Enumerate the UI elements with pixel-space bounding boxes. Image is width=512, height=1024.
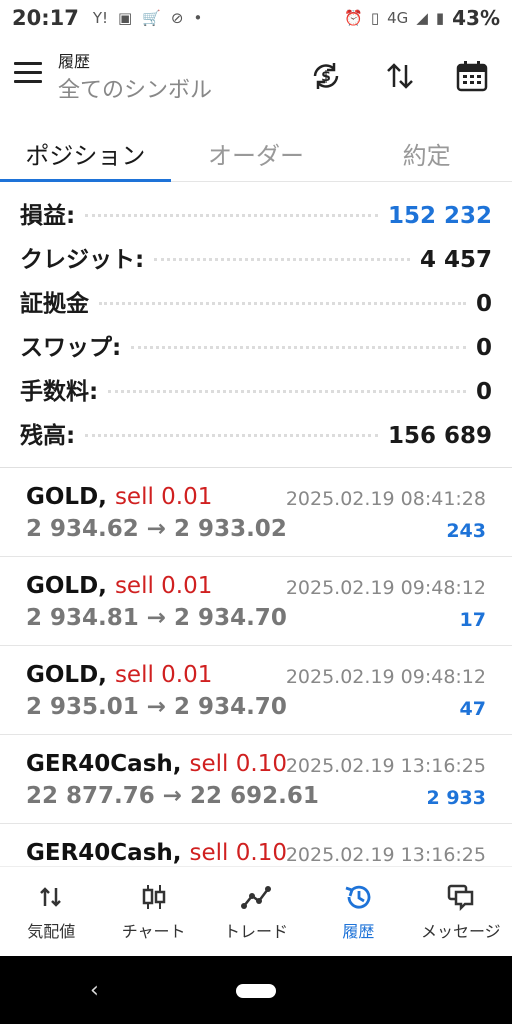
summary-label: 損益: xyxy=(20,203,76,229)
summary-value: 0 xyxy=(475,379,492,405)
position-time: 2025.02.19 08:41:28 xyxy=(285,488,486,510)
summary-label: スワップ: xyxy=(20,335,122,361)
position-profit: 243 xyxy=(446,520,486,542)
summary-value: 0 xyxy=(475,291,492,317)
summary-label: クレジット: xyxy=(20,247,145,273)
alarm-icon: ⏰ xyxy=(344,9,363,27)
position-side: sell 0.10 xyxy=(189,840,287,866)
summary-row-swap: スワップ: 0 xyxy=(20,328,492,372)
tab-positions[interactable]: ポジション xyxy=(0,126,171,182)
position-prices: 2 935.01 → 2 934.70 xyxy=(26,694,287,720)
leader-dots xyxy=(85,214,378,217)
list-item[interactable]: GOLD, sell 0.01 2 934.81 → 2 934.70 2025… xyxy=(0,557,512,646)
calendar-icon[interactable] xyxy=(452,56,492,96)
position-time: 2025.02.19 13:16:25 xyxy=(285,755,486,777)
history-tabs: ポジション オーダー 約定 xyxy=(0,126,512,182)
summary-row-credit: クレジット: 4 457 xyxy=(20,240,492,284)
nav-messages[interactable]: メッセージ xyxy=(410,867,512,956)
candlestick-icon xyxy=(142,884,165,909)
summary-value: 156 689 xyxy=(387,423,492,449)
position-symbol: GOLD, sell 0.01 xyxy=(26,484,213,510)
page-title: 履歴 xyxy=(58,52,91,71)
home-pill-icon[interactable] xyxy=(236,984,276,998)
status-bar: 20:17 Y! ▣ 🛒 ⊘ • ⏰ ▯ 4G ◢ ▮ 43% xyxy=(0,0,512,36)
position-prices: 2 934.81 → 2 934.70 xyxy=(26,605,287,631)
yahoo-icon: Y! xyxy=(92,9,109,27)
back-icon[interactable]: ‹ xyxy=(90,978,99,1003)
list-item[interactable]: GOLD, sell 0.01 2 934.62 → 2 933.02 2025… xyxy=(0,468,512,557)
svg-text:$: $ xyxy=(321,69,331,85)
menu-icon[interactable] xyxy=(14,62,42,86)
quotes-icon xyxy=(40,886,62,907)
position-symbol: GOLD, sell 0.01 xyxy=(26,573,213,599)
nav-label: 気配値 xyxy=(27,921,76,941)
battery-icon: ▮ xyxy=(435,9,445,27)
summary-row-profit: 損益: 152 232 xyxy=(20,196,492,240)
history-icon xyxy=(345,885,371,909)
blocked-icon: ⊘ xyxy=(170,9,184,27)
summary-label: 証拠金 xyxy=(20,291,89,317)
leader-dots xyxy=(154,258,410,261)
position-prices: 22 877.76 → 22 692.61 xyxy=(26,783,319,809)
tab-deals[interactable]: 約定 xyxy=(341,126,512,181)
status-time: 20:17 xyxy=(12,6,79,30)
position-side: sell 0.10 xyxy=(189,751,287,777)
bottom-nav: 気配値 チャート トレード 履歴 メッセージ xyxy=(0,866,512,956)
symbol-filter[interactable]: 全てのシンボル xyxy=(58,72,212,104)
position-profit: 2 933 xyxy=(426,787,487,809)
position-time: 2025.02.19 13:16:25 xyxy=(285,844,486,866)
list-item[interactable]: GER40Cash, sell 0.10 22 877.76 → 22 692.… xyxy=(0,735,512,824)
summary-value: 152 232 xyxy=(387,203,492,229)
tab-orders[interactable]: オーダー xyxy=(171,126,342,181)
position-side: sell 0.01 xyxy=(114,484,213,510)
leader-dots xyxy=(99,302,466,305)
nav-trade[interactable]: トレード xyxy=(205,867,307,956)
position-time: 2025.02.19 09:48:12 xyxy=(285,666,486,688)
positions-list: GOLD, sell 0.01 2 934.62 → 2 933.02 2025… xyxy=(0,468,512,913)
summary-label: 手数料: xyxy=(20,379,99,405)
trade-icon xyxy=(241,885,272,909)
summary-row-margin: 証拠金 0 xyxy=(20,284,492,328)
system-nav-bar: ‹ xyxy=(0,956,512,1024)
nav-label: メッセージ xyxy=(420,921,501,941)
nav-label: 履歴 xyxy=(342,921,375,941)
network-type: 4G xyxy=(387,9,409,27)
app-bar: 履歴 全てのシンボル $ xyxy=(0,40,512,110)
nav-history[interactable]: 履歴 xyxy=(307,867,409,956)
nav-label: チャート xyxy=(121,921,186,941)
cart-icon: 🛒 xyxy=(142,9,161,27)
position-profit: 47 xyxy=(459,698,486,720)
notification-icons: Y! ▣ 🛒 ⊘ • xyxy=(93,9,203,27)
leader-dots xyxy=(108,390,466,393)
box-icon: ▣ xyxy=(118,9,133,27)
nav-quotes[interactable]: 気配値 xyxy=(0,867,102,956)
nav-chart[interactable]: チャート xyxy=(102,867,204,956)
vibrate-icon: ▯ xyxy=(370,9,380,27)
nav-label: トレード xyxy=(224,921,289,941)
summary-row-commission: 手数料: 0 xyxy=(20,372,492,416)
position-side: sell 0.01 xyxy=(114,662,213,688)
account-summary: 損益: 152 232 クレジット: 4 457 証拠金 0 スワップ: 0 手… xyxy=(20,196,492,460)
summary-label: 残高: xyxy=(20,423,76,449)
leader-dots xyxy=(85,434,378,437)
position-profit: 17 xyxy=(459,609,486,631)
list-item[interactable]: GOLD, sell 0.01 2 935.01 → 2 934.70 2025… xyxy=(0,646,512,735)
leader-dots xyxy=(131,346,466,349)
summary-value: 4 457 xyxy=(419,247,492,273)
battery-percent: 43% xyxy=(452,6,500,30)
summary-row-balance: 残高: 156 689 xyxy=(20,416,492,460)
position-prices: 2 934.62 → 2 933.02 xyxy=(26,516,287,542)
messages-icon xyxy=(447,884,474,911)
position-symbol: GOLD, sell 0.01 xyxy=(26,662,213,688)
position-side: sell 0.01 xyxy=(114,573,213,599)
sort-icon[interactable] xyxy=(380,56,420,96)
dot-icon: • xyxy=(193,9,203,27)
system-icons: ⏰ ▯ 4G ◢ ▮ 43% xyxy=(344,6,500,30)
position-symbol: GER40Cash, sell 0.10 xyxy=(26,840,287,866)
position-symbol: GER40Cash, sell 0.10 xyxy=(26,751,287,777)
currency-convert-icon[interactable]: $ xyxy=(306,56,346,96)
position-time: 2025.02.19 09:48:12 xyxy=(285,577,486,599)
summary-value: 0 xyxy=(475,335,492,361)
signal-icon: ◢ xyxy=(416,9,428,27)
